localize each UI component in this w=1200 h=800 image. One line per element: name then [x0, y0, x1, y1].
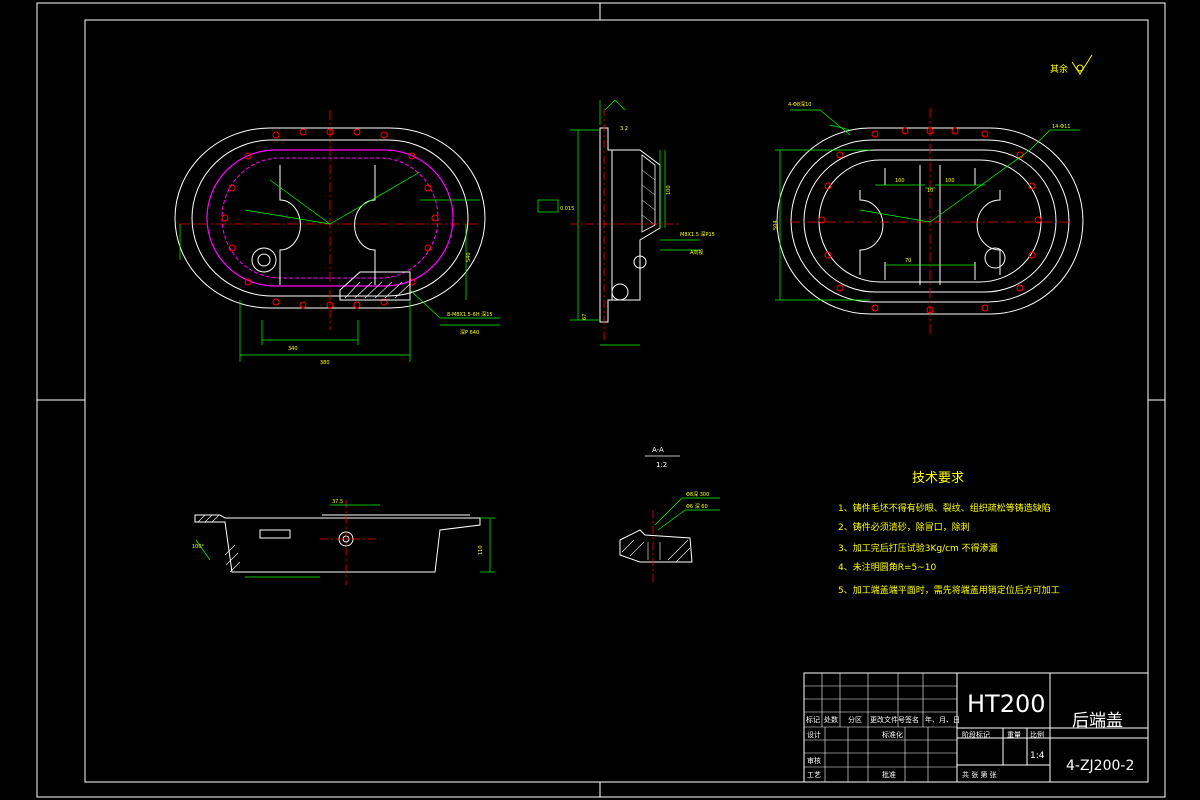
tech-req-item-3: 3、加工完后打压试验3Kg/cm 不得渗漏: [838, 542, 998, 554]
title-block: 标记 处数 分区 更改文件号 签名 年、月、日 设计 审核 工艺 标准化 批准 …: [803, 672, 1149, 783]
tb-col-date: 年、月、日: [925, 715, 960, 724]
drawing-frame: [36, 2, 1166, 798]
tech-req-item-4: 4、未注明圆角R=5~10: [838, 561, 937, 573]
tb-std-label: 标准化: [882, 730, 903, 739]
side-view: 3.2 100 67 0.015 M8X1.5 深P15 A向视: [537, 99, 715, 346]
dim-37-5: 37.5: [332, 499, 343, 505]
front-view-left: 340 380 540 8-M8X1.5-6H 深15 深P 640: [174, 110, 500, 366]
tb-row-design: 设计: [807, 730, 821, 739]
tech-req-title: 技术要求: [912, 471, 964, 486]
callout-side-view: A向视: [690, 249, 703, 256]
tb-part-name: 后端盖: [1072, 711, 1123, 731]
dim-right-100b: 100: [945, 178, 955, 184]
dim-right-70: 70: [905, 258, 911, 264]
callout-thread: 8-M8X1.5-6H 深15: [447, 311, 493, 318]
callout-section-b: Φ6 深 60: [686, 503, 708, 510]
dim-angle: 100°: [192, 544, 205, 550]
technical-requirements: 技术要求 1、铸件毛坯不得有砂眼、裂纹、组织疏松等铸造缺陷 2、铸件必须清砂，除…: [838, 471, 1060, 596]
dim-right-100a: 100: [895, 178, 905, 184]
cad-drawing-canvas: 其余 340 380 540 8-M8X1.5-6H 深15 深P 640 3.…: [36, 2, 1166, 798]
tb-drawing-no: 4-ZJ200-2: [1066, 758, 1134, 774]
tb-col-count: 处数: [824, 715, 838, 724]
dim-3-2: 3.2: [620, 126, 628, 132]
tb-row-process: 工艺: [807, 771, 821, 779]
section-scale: 1:2: [656, 461, 667, 469]
tb-col-sign: 签名: [905, 715, 919, 724]
roughness-symbol-icon: [1071, 54, 1093, 75]
dim-right-10: 10: [927, 188, 933, 194]
tb-row-review: 审核: [807, 756, 821, 765]
dim-340: 340: [288, 346, 298, 352]
callout-depth: 深P 640: [460, 329, 479, 336]
tb-scale-label: 比例: [1030, 730, 1044, 739]
tb-scale-value: 1:4: [1030, 751, 1045, 761]
callout-holes-4: 4-Φ8深10: [788, 101, 811, 108]
tb-material: HT200: [967, 690, 1046, 718]
dim-380: 380: [320, 360, 330, 366]
bottom-view: 37.5 110 100°: [192, 499, 495, 585]
callout-side-thread: M8X1.5 深P15: [680, 231, 715, 238]
callout-section-a: Φ8深 300: [686, 491, 709, 498]
dim-100: 100: [666, 185, 672, 195]
roughness-note: 其余: [1050, 54, 1093, 75]
tb-col-mark: 标记: [806, 715, 820, 724]
dim-540: 540: [466, 252, 472, 262]
tb-col-zone: 分区: [848, 715, 862, 724]
tech-req-item-1: 1、铸件毛坯不得有砂眼、裂纹、组织疏松等铸造缺陷: [838, 502, 1051, 514]
tb-approve-label: 批准: [882, 770, 896, 779]
tb-stage-label: 阶段标记: [962, 730, 990, 739]
tb-sheet: 共 张 第 张: [962, 770, 997, 779]
tb-weight-label: 重量: [1007, 731, 1021, 739]
roughness-note-label: 其余: [1050, 63, 1068, 75]
callout-holes-14: 14-Φ11: [1052, 124, 1070, 130]
dim-110: 110: [478, 545, 484, 555]
tb-col-change: 更改文件号: [870, 715, 905, 724]
tech-req-item-2: 2、铸件必须清砂，除冒口，除刺: [838, 521, 970, 533]
tech-req-item-5: 5、加工端盖端平面时，需先将端盖用销定位后方可加工: [838, 584, 1060, 596]
dim-right-504: 504: [773, 220, 779, 230]
front-view-right: 100 10 100 504 70 14-Φ11 4-Φ8深10: [773, 101, 1084, 335]
section-view-aa: A-A 1:2 Φ8深 300 Φ6 深 60: [619, 446, 720, 585]
dim-67: 67: [582, 314, 588, 320]
section-name: A-A: [652, 446, 664, 454]
tolerance-flatness: 0.015: [560, 206, 574, 212]
